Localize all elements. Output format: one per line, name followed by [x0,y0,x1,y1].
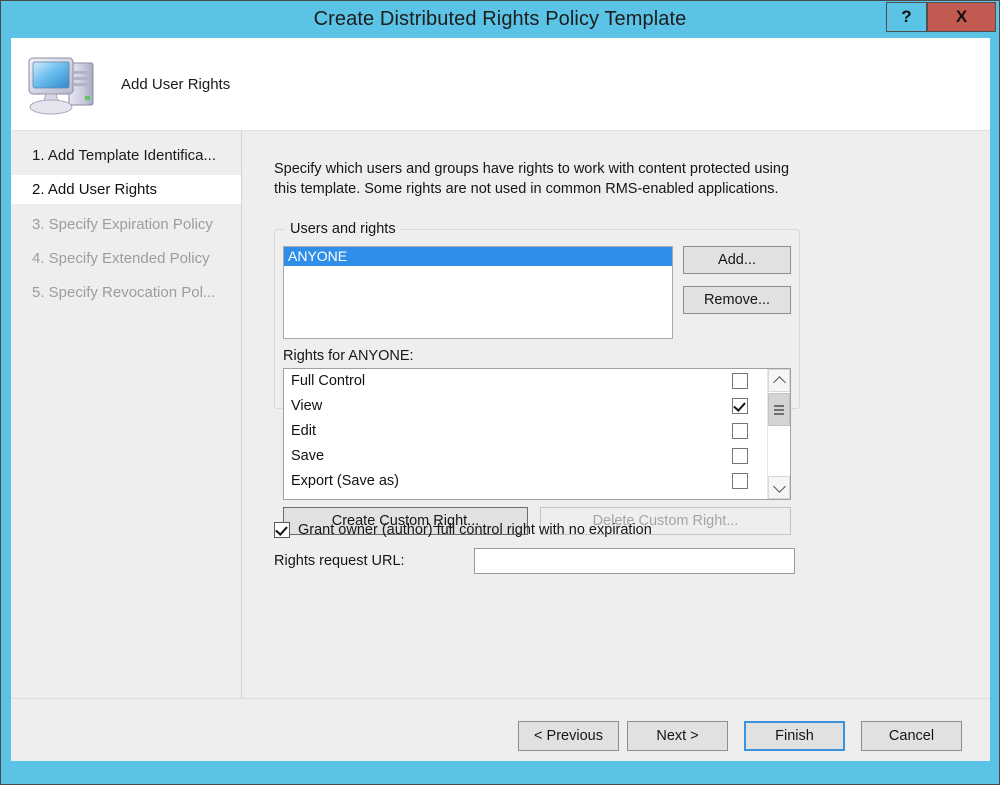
grant-owner-checkbox[interactable] [274,522,290,538]
wizard-body: 1. Add Template Identifica... 2. Add Use… [11,131,990,761]
rights-for-user-label: Rights for ANYONE: [283,348,414,364]
help-button[interactable]: ? [886,2,927,32]
vertical-scrollbar[interactable] [767,369,790,499]
close-button[interactable]: X [927,2,996,32]
remove-user-button[interactable]: Remove... [683,286,791,314]
grip-line [774,413,784,415]
sidebar-item-add-template-identification[interactable]: 1. Add Template Identifica... [11,141,241,170]
next-button[interactable]: Next > [627,721,728,751]
scroll-down-arrow-icon[interactable] [768,476,790,499]
table-row[interactable]: Full Control [284,369,790,394]
table-row[interactable]: Export (Save as) [284,469,790,494]
window-title: Create Distributed Rights Policy Templat… [313,8,687,30]
right-checkbox-view[interactable] [732,398,748,414]
right-label: Edit [291,423,316,439]
right-checkbox-save[interactable] [732,448,748,464]
page-title: Add User Rights [121,76,231,93]
sidebar-item-add-user-rights[interactable]: 2. Add User Rights [11,175,241,204]
right-label: View [291,398,323,414]
grip-line [774,409,784,411]
previous-button[interactable]: < Previous [518,721,619,751]
table-row[interactable]: Edit [284,419,790,444]
wizard-step-list: 1. Add Template Identifica... 2. Add Use… [11,131,242,698]
create-rights-policy-template-window: Create Distributed Rights Policy Templat… [0,0,1000,785]
scrollbar-thumb[interactable] [768,393,790,426]
right-checkbox-edit[interactable] [732,423,748,439]
title-bar: Create Distributed Rights Policy Templat… [1,1,999,38]
sidebar-item-specify-expiration-policy[interactable]: 3. Specify Expiration Policy [11,210,241,239]
finish-button[interactable]: Finish [744,721,845,751]
rights-list[interactable]: Full Control View Edit Save Export (Save… [283,368,791,500]
sidebar-item-specify-revocation-policy[interactable]: 5. Specify Revocation Pol... [11,278,241,307]
list-item[interactable]: ANYONE [284,247,672,266]
right-checkbox-full-control[interactable] [732,373,748,389]
instruction-text: Specify which users and groups have righ… [274,161,790,197]
cancel-button[interactable]: Cancel [861,721,962,751]
right-label: Full Control [291,373,366,389]
table-row[interactable]: View [284,394,790,419]
grant-owner-label: Grant owner (author) full control right … [298,522,652,538]
grip-line [774,405,784,407]
right-checkbox-export[interactable] [732,473,748,489]
users-and-rights-group: Users and rights ANYONE Add... Remove...… [274,221,800,535]
group-box-label: Users and rights [285,221,401,237]
rights-request-url-input[interactable] [474,548,795,574]
right-label: Export (Save as) [291,473,399,489]
table-row[interactable]: Save [284,444,790,469]
rights-request-url-label: Rights request URL: [274,553,405,569]
wizard-content-pane: Specify which users and groups have righ… [243,131,990,698]
sidebar-item-specify-extended-policy[interactable]: 4. Specify Extended Policy [11,244,241,273]
computer-icon [25,52,103,118]
add-user-button[interactable]: Add... [683,246,791,274]
wizard-footer: < Previous Next > Finish Cancel [11,699,990,761]
wizard-header: Add User Rights [11,38,990,131]
users-list[interactable]: ANYONE [283,246,673,339]
scroll-up-arrow-icon[interactable] [768,369,790,392]
right-label: Save [291,448,325,464]
